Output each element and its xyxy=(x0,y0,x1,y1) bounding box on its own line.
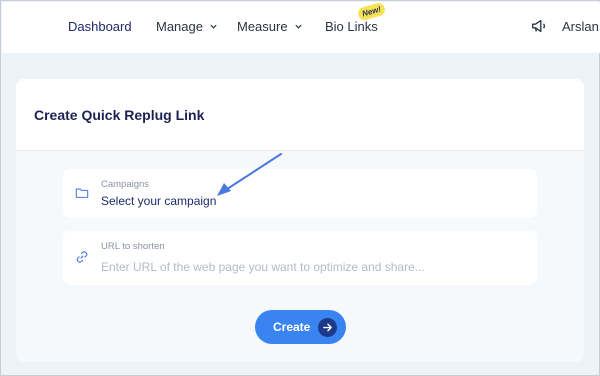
user-name[interactable]: Arslan xyxy=(562,19,599,34)
chevron-down-icon xyxy=(210,24,217,29)
url-field[interactable]: URL to shorten xyxy=(63,231,537,285)
quick-link-card: Create Quick Replug Link Campaigns Selec… xyxy=(16,79,584,362)
megaphone-icon[interactable] xyxy=(530,17,548,35)
nav-bio-links[interactable]: Bio Links xyxy=(325,19,378,34)
campaign-label: Campaigns xyxy=(101,179,150,190)
app-frame: Dashboard Manage Measure Bio Links New! … xyxy=(0,0,600,376)
url-label: URL to shorten xyxy=(101,241,165,252)
card-title: Create Quick Replug Link xyxy=(34,107,205,123)
nav-measure-label: Measure xyxy=(237,19,288,34)
nav-dashboard[interactable]: Dashboard xyxy=(68,19,132,34)
link-icon xyxy=(76,251,88,263)
create-button[interactable]: Create xyxy=(255,310,346,344)
top-navigation: Dashboard Manage Measure Bio Links New! … xyxy=(2,1,600,53)
nav-bio-links-label: Bio Links xyxy=(325,19,378,34)
chevron-down-icon xyxy=(294,24,302,29)
url-input[interactable] xyxy=(101,259,521,275)
card-header: Create Quick Replug Link xyxy=(16,79,584,151)
campaign-value: Select your campaign xyxy=(101,194,217,208)
nav-measure[interactable]: Measure xyxy=(237,19,303,34)
nav-dashboard-label: Dashboard xyxy=(68,19,132,34)
arrow-right-icon xyxy=(318,318,337,337)
folder-icon xyxy=(75,188,89,198)
campaign-select[interactable]: Campaigns Select your campaign xyxy=(63,169,537,218)
nav-manage[interactable]: Manage xyxy=(156,19,218,34)
create-button-label: Create xyxy=(273,320,311,334)
nav-manage-label: Manage xyxy=(156,19,203,34)
